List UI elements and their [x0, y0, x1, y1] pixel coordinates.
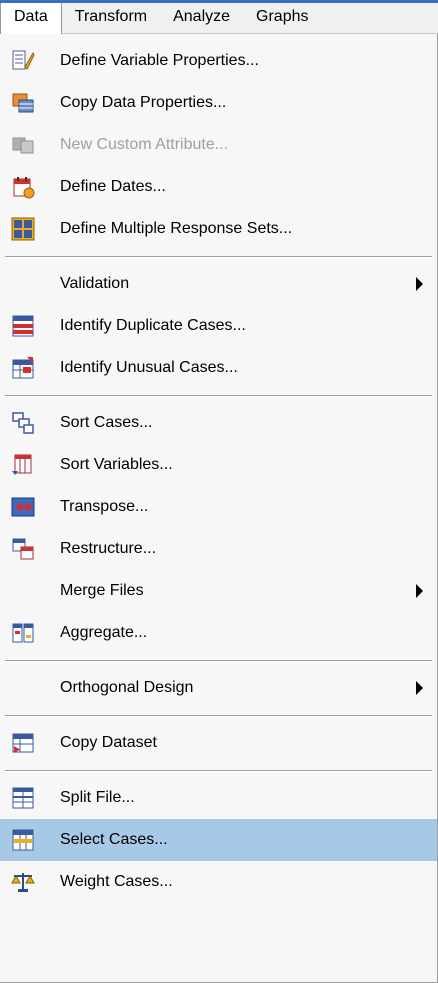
copy-properties-icon	[11, 91, 35, 115]
menu-separator	[0, 654, 437, 667]
menu-item-aggregate[interactable]: Aggregate...	[0, 612, 437, 654]
split-file-icon	[11, 786, 35, 810]
menu-item-copy-dataset[interactable]: Copy Dataset	[0, 722, 437, 764]
menu-item-new-custom-attribute[interactable]: New Custom Attribute...	[0, 124, 437, 166]
menu-item-label: Validation	[60, 275, 130, 292]
custom-attribute-icon	[11, 133, 35, 157]
submenu-arrow-icon	[416, 277, 423, 291]
menu-item-select-cases[interactable]: Select Cases...	[0, 819, 437, 861]
menu-item-label: Sort Cases...	[60, 414, 153, 431]
select-cases-icon	[11, 828, 35, 852]
menu-separator	[0, 764, 437, 777]
menu-separator	[0, 250, 437, 263]
menu-item-validation[interactable]: Validation	[0, 263, 437, 305]
menu-data[interactable]: Data	[0, 0, 62, 34]
menu-item-label: Identify Unusual Cases...	[60, 359, 238, 376]
menu-item-label: Define Variable Properties...	[60, 52, 259, 69]
aggregate-icon	[11, 621, 35, 645]
menu-item-label: Select Cases...	[60, 831, 168, 848]
unusual-cases-icon	[11, 356, 35, 380]
menu-item-identify-duplicate-cases[interactable]: Identify Duplicate Cases...	[0, 305, 437, 347]
submenu-arrow-icon	[416, 584, 423, 598]
sort-variables-icon	[11, 453, 35, 477]
menu-item-define-dates[interactable]: Define Dates...	[0, 166, 437, 208]
menu-analyze[interactable]: Analyze	[160, 0, 243, 34]
menu-item-copy-data-properties[interactable]: Copy Data Properties...	[0, 82, 437, 124]
menu-separator	[0, 709, 437, 722]
data-menu-dropdown: Define Variable Properties... Copy Data …	[0, 34, 438, 983]
submenu-arrow-icon	[416, 681, 423, 695]
menu-item-label: Weight Cases...	[60, 873, 173, 890]
menu-item-label: Transpose...	[60, 498, 149, 515]
menu-graphs[interactable]: Graphs	[243, 0, 321, 34]
menu-item-label: Aggregate...	[60, 624, 148, 641]
menu-item-split-file[interactable]: Split File...	[0, 777, 437, 819]
menu-item-sort-variables[interactable]: Sort Variables...	[0, 444, 437, 486]
menu-item-define-variable-properties[interactable]: Define Variable Properties...	[0, 40, 437, 82]
menu-item-label: Restructure...	[60, 540, 157, 557]
menu-item-label: Define Multiple Response Sets...	[60, 220, 293, 237]
menu-item-identify-unusual-cases[interactable]: Identify Unusual Cases...	[0, 347, 437, 389]
menu-item-sort-cases[interactable]: Sort Cases...	[0, 402, 437, 444]
variable-properties-icon	[11, 49, 35, 73]
menu-item-orthogonal-design[interactable]: Orthogonal Design	[0, 667, 437, 709]
copy-dataset-icon	[11, 731, 35, 755]
menu-item-transpose[interactable]: Transpose...	[0, 486, 437, 528]
menu-item-label: Define Dates...	[60, 178, 166, 195]
menu-item-label: Sort Variables...	[60, 456, 173, 473]
menu-item-label: Split File...	[60, 789, 135, 806]
menu-separator	[0, 389, 437, 402]
menu-item-weight-cases[interactable]: Weight Cases...	[0, 861, 437, 903]
sort-cases-icon	[11, 411, 35, 435]
menu-item-merge-files[interactable]: Merge Files	[0, 570, 437, 612]
weight-scale-icon	[11, 870, 35, 894]
menu-item-label: Copy Data Properties...	[60, 94, 227, 111]
menu-item-define-multiple-response-sets[interactable]: Define Multiple Response Sets...	[0, 208, 437, 250]
duplicate-cases-icon	[11, 314, 35, 338]
menu-transform[interactable]: Transform	[62, 0, 160, 34]
menu-item-label: New Custom Attribute...	[60, 136, 229, 153]
menu-item-label: Identify Duplicate Cases...	[60, 317, 246, 334]
restructure-icon	[11, 537, 35, 561]
menu-bar: Data Transform Analyze Graphs	[0, 0, 438, 34]
transpose-icon	[11, 495, 35, 519]
menu-item-label: Copy Dataset	[60, 734, 157, 751]
menu-item-label: Merge Files	[60, 582, 144, 599]
calendar-icon	[11, 175, 35, 199]
menu-item-restructure[interactable]: Restructure...	[0, 528, 437, 570]
menu-item-label: Orthogonal Design	[60, 679, 194, 696]
response-sets-icon	[11, 217, 35, 241]
